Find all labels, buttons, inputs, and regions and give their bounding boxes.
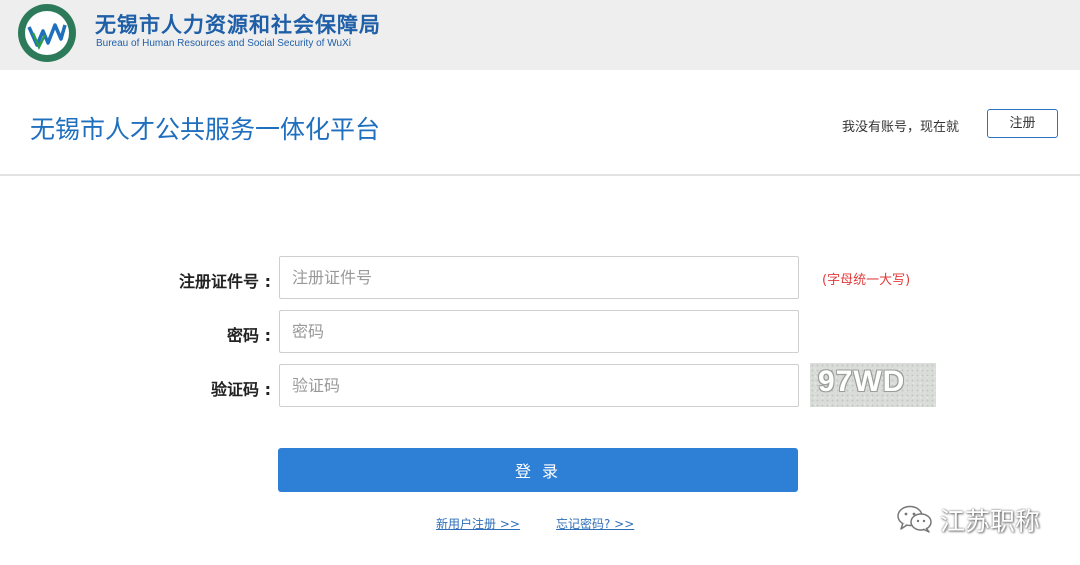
bureau-bar: 无锡市人力资源和社会保障局 Bureau of Human Resources … — [0, 0, 1080, 70]
password-label: 密码 : — [227, 326, 271, 345]
captcha-label: 验证码 : — [211, 380, 271, 399]
captcha-text: 97WD — [818, 365, 906, 398]
bureau-name-cn: 无锡市人力资源和社会保障局 — [95, 13, 381, 37]
cert-number-label: 注册证件号 : — [179, 272, 271, 291]
watermark: 江苏职称 — [896, 500, 1076, 540]
watermark-text: 江苏职称 — [940, 507, 1041, 536]
cert-number-input[interactable] — [279, 256, 799, 299]
cert-number-hint: (字母统一大写) — [822, 273, 911, 288]
bureau-name-en: Bureau of Human Resources and Social Sec… — [96, 38, 351, 49]
new-user-register-link[interactable]: 新用户注册 >> — [436, 515, 520, 532]
no-account-text: 我没有账号，现在就 — [842, 120, 960, 135]
login-button[interactable]: 登 录 — [278, 448, 798, 492]
register-button[interactable]: 注册 — [987, 109, 1058, 138]
page-title: 无锡市人才公共服务一体化平台 — [30, 115, 381, 144]
captcha-image[interactable]: 97WD — [810, 363, 936, 407]
password-input[interactable] — [279, 310, 799, 353]
bureau-logo-icon — [18, 4, 76, 62]
forgot-password-link[interactable]: 忘记密码? >> — [556, 515, 634, 532]
platform-header: 无锡市人才公共服务一体化平台 我没有账号，现在就 注册 — [0, 70, 1080, 176]
wechat-icon — [897, 505, 932, 533]
captcha-input[interactable] — [279, 364, 799, 407]
